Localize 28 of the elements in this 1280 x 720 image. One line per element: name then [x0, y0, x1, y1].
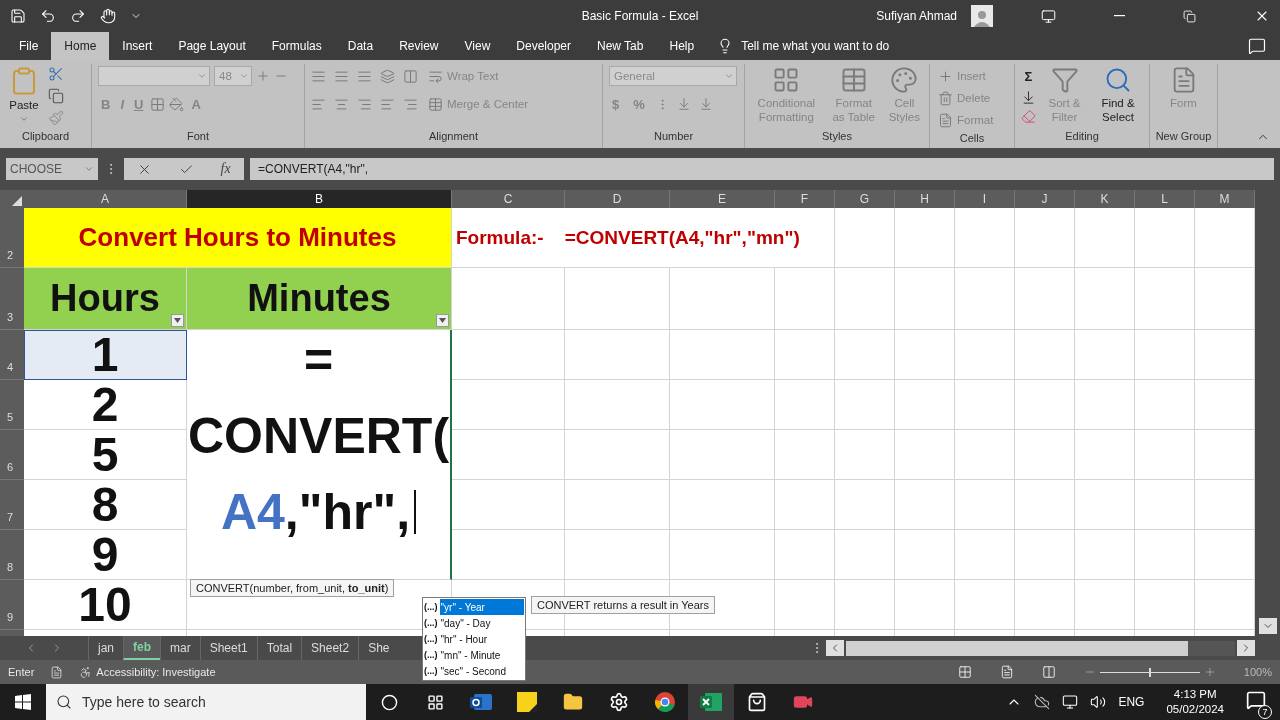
- cell-edit-text: A4,"hr",: [220, 474, 417, 550]
- table-cell: 1: [24, 330, 187, 380]
- header-cell: Hours: [24, 268, 187, 330]
- table-cell: 2: [24, 380, 187, 430]
- cell-edit-text: CONVERT(: [187, 407, 450, 466]
- window-title: Basic Formula - Excel: [581, 9, 699, 23]
- group-label: Cells: [958, 132, 986, 146]
- group-label: New Group: [1154, 130, 1213, 144]
- group-label: Number: [652, 130, 695, 144]
- cell-edit-text: =: [303, 331, 334, 390]
- table-cell: 10: [24, 580, 187, 630]
- group-label: Font: [186, 130, 210, 144]
- group-label: Alignment: [428, 130, 479, 144]
- zoom-level: 100%: [1243, 666, 1272, 678]
- table-cell: 8: [24, 480, 187, 530]
- user-name: Sufiyan Ahmad: [876, 9, 957, 23]
- formula-note: Formula:- =CONVERT(A4,"hr","mn"): [452, 208, 835, 268]
- autocomplete-tooltip: CONVERT returns a result in Years: [531, 596, 715, 614]
- group-label: Clipboard: [20, 130, 71, 144]
- mode-indicator: Enter: [8, 666, 35, 678]
- notification-badge: 7: [1258, 705, 1272, 719]
- header-cell: Minutes: [187, 268, 452, 330]
- table-cell: 9: [24, 530, 187, 580]
- title-cell: Convert Hours to Minutes: [24, 208, 452, 268]
- group-label: Styles: [821, 130, 853, 144]
- function-syntax-tooltip: CONVERT(number, from_unit, to_unit): [190, 579, 395, 597]
- group-label: Editing: [1064, 130, 1100, 144]
- table-cell: 5: [24, 430, 187, 480]
